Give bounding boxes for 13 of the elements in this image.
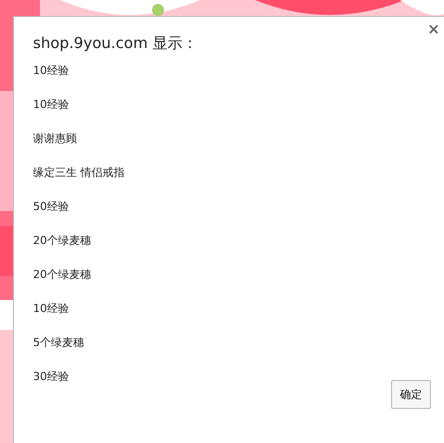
message-line: 30经验 [33,370,70,384]
message-line: 缘定三生 情侣戒指 [33,166,126,180]
dialog-title: shop.9you.com 显示： [33,34,198,52]
close-button[interactable]: × [425,22,442,37]
message-line: 20个绿麦穗 [33,234,92,248]
message-line: 20个绿麦穗 [33,268,92,282]
message-line: 10经验 [33,98,70,112]
message-line: 10经验 [33,302,70,316]
message-line: 10经验 [33,64,70,78]
message-line: 50经验 [33,200,70,214]
message-line: 5个绿麦穗 [33,336,85,350]
ok-button[interactable]: 确定 [391,380,431,409]
message-line: 谢谢惠顾 [33,132,78,146]
